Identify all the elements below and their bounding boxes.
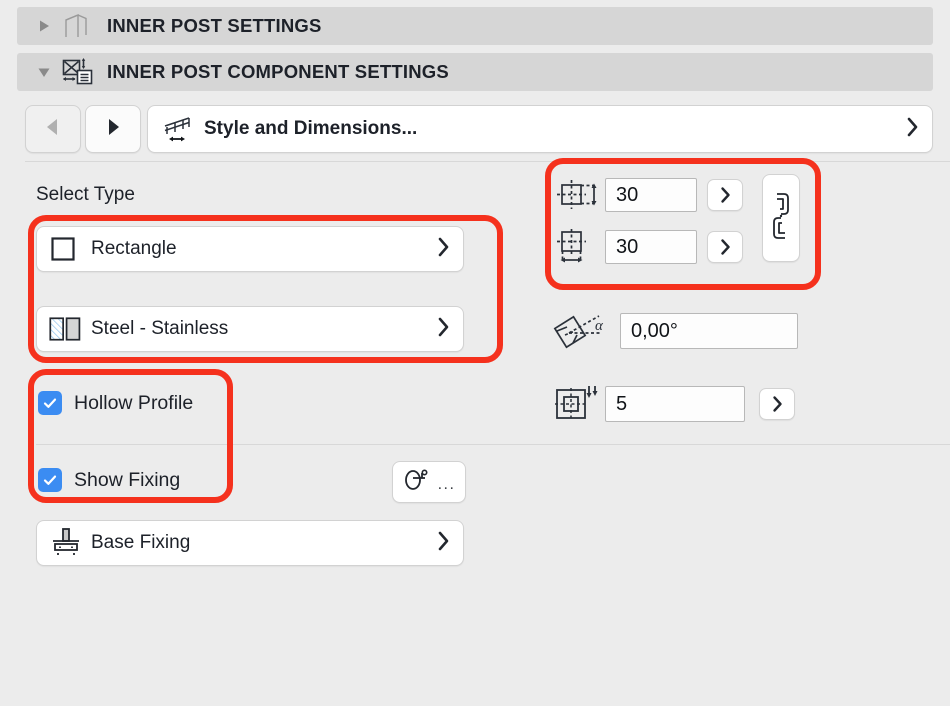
hollow-profile-checkbox-row[interactable]: Hollow Profile	[38, 391, 193, 415]
checkbox-checked-icon[interactable]	[38, 468, 62, 492]
fixing-detail-button[interactable]: ...	[392, 461, 466, 503]
section-title: INNER POST COMPONENT SETTINGS	[107, 61, 449, 82]
hollow-profile-label: Hollow Profile	[74, 391, 194, 414]
base-plate-fixing-icon	[49, 527, 85, 559]
chevron-right-icon[interactable]	[436, 316, 451, 343]
post-frame-icon	[57, 13, 97, 39]
shape-selector-row[interactable]: Rectangle	[36, 226, 464, 272]
profile-width-icon	[553, 228, 605, 266]
previous-button[interactable]	[25, 105, 81, 153]
rotation-angle-icon: α	[548, 305, 620, 357]
section-header-inner-post-component-settings[interactable]: INNER POST COMPONENT SETTINGS	[17, 53, 933, 91]
chevron-right-icon[interactable]	[905, 116, 920, 143]
link-dimensions-button[interactable]	[762, 174, 800, 262]
screw-fixing-icon	[403, 467, 433, 498]
quantity-stepper-button[interactable]	[759, 388, 795, 420]
divider-middle	[36, 444, 950, 445]
next-arrow-icon	[104, 117, 122, 142]
width-field-row: 30	[553, 228, 743, 266]
style-and-dimensions-label: Style and Dimensions...	[204, 118, 418, 139]
show-fixing-label: Show Fixing	[74, 468, 181, 491]
checkbox-checked-icon[interactable]	[38, 391, 62, 415]
rectangle-profile-icon	[49, 235, 85, 263]
component-settings-icon	[57, 57, 97, 87]
chevron-right-icon[interactable]	[436, 530, 451, 557]
section-header-inner-post-settings[interactable]: INNER POST SETTINGS	[17, 7, 933, 45]
height-field-row: 30	[553, 178, 743, 212]
profile-height-icon	[553, 178, 605, 212]
base-fixing-row[interactable]: Base Fixing	[36, 520, 464, 566]
previous-arrow-icon	[44, 117, 62, 142]
style-and-dimensions-field[interactable]: Style and Dimensions...	[147, 105, 933, 153]
quantity-input[interactable]: 5	[605, 386, 745, 422]
chain-link-icon	[770, 190, 792, 247]
profile-offset-icon	[553, 382, 605, 426]
material-selector-row[interactable]: Steel - Stainless	[36, 306, 464, 352]
fixing-detail-ellipsis: ...	[437, 476, 456, 493]
next-button[interactable]	[85, 105, 141, 153]
expanded-triangle-icon[interactable]	[33, 64, 55, 80]
angle-field-row: α 0,00°	[548, 305, 798, 357]
material-label: Steel - Stainless	[91, 318, 229, 339]
chevron-right-icon[interactable]	[436, 236, 451, 263]
material-swatch-icon	[49, 314, 85, 344]
base-fixing-label: Base Fixing	[91, 532, 191, 553]
railing-dimensions-icon	[162, 114, 196, 144]
quantity-field-row: 5	[553, 382, 795, 426]
width-input[interactable]: 30	[605, 230, 697, 264]
svg-text:α: α	[595, 318, 604, 334]
angle-input[interactable]: 0,00°	[620, 313, 798, 349]
show-fixing-checkbox-row[interactable]: Show Fixing	[38, 468, 180, 492]
select-type-label: Select Type	[36, 184, 135, 205]
collapsed-triangle-icon[interactable]	[33, 18, 55, 34]
shape-label: Rectangle	[91, 238, 177, 259]
navigation-row: Style and Dimensions...	[25, 105, 933, 153]
height-input[interactable]: 30	[605, 178, 697, 212]
section-title: INNER POST SETTINGS	[107, 15, 322, 36]
divider-top	[25, 161, 950, 162]
width-stepper-button[interactable]	[707, 231, 743, 263]
height-stepper-button[interactable]	[707, 179, 743, 211]
